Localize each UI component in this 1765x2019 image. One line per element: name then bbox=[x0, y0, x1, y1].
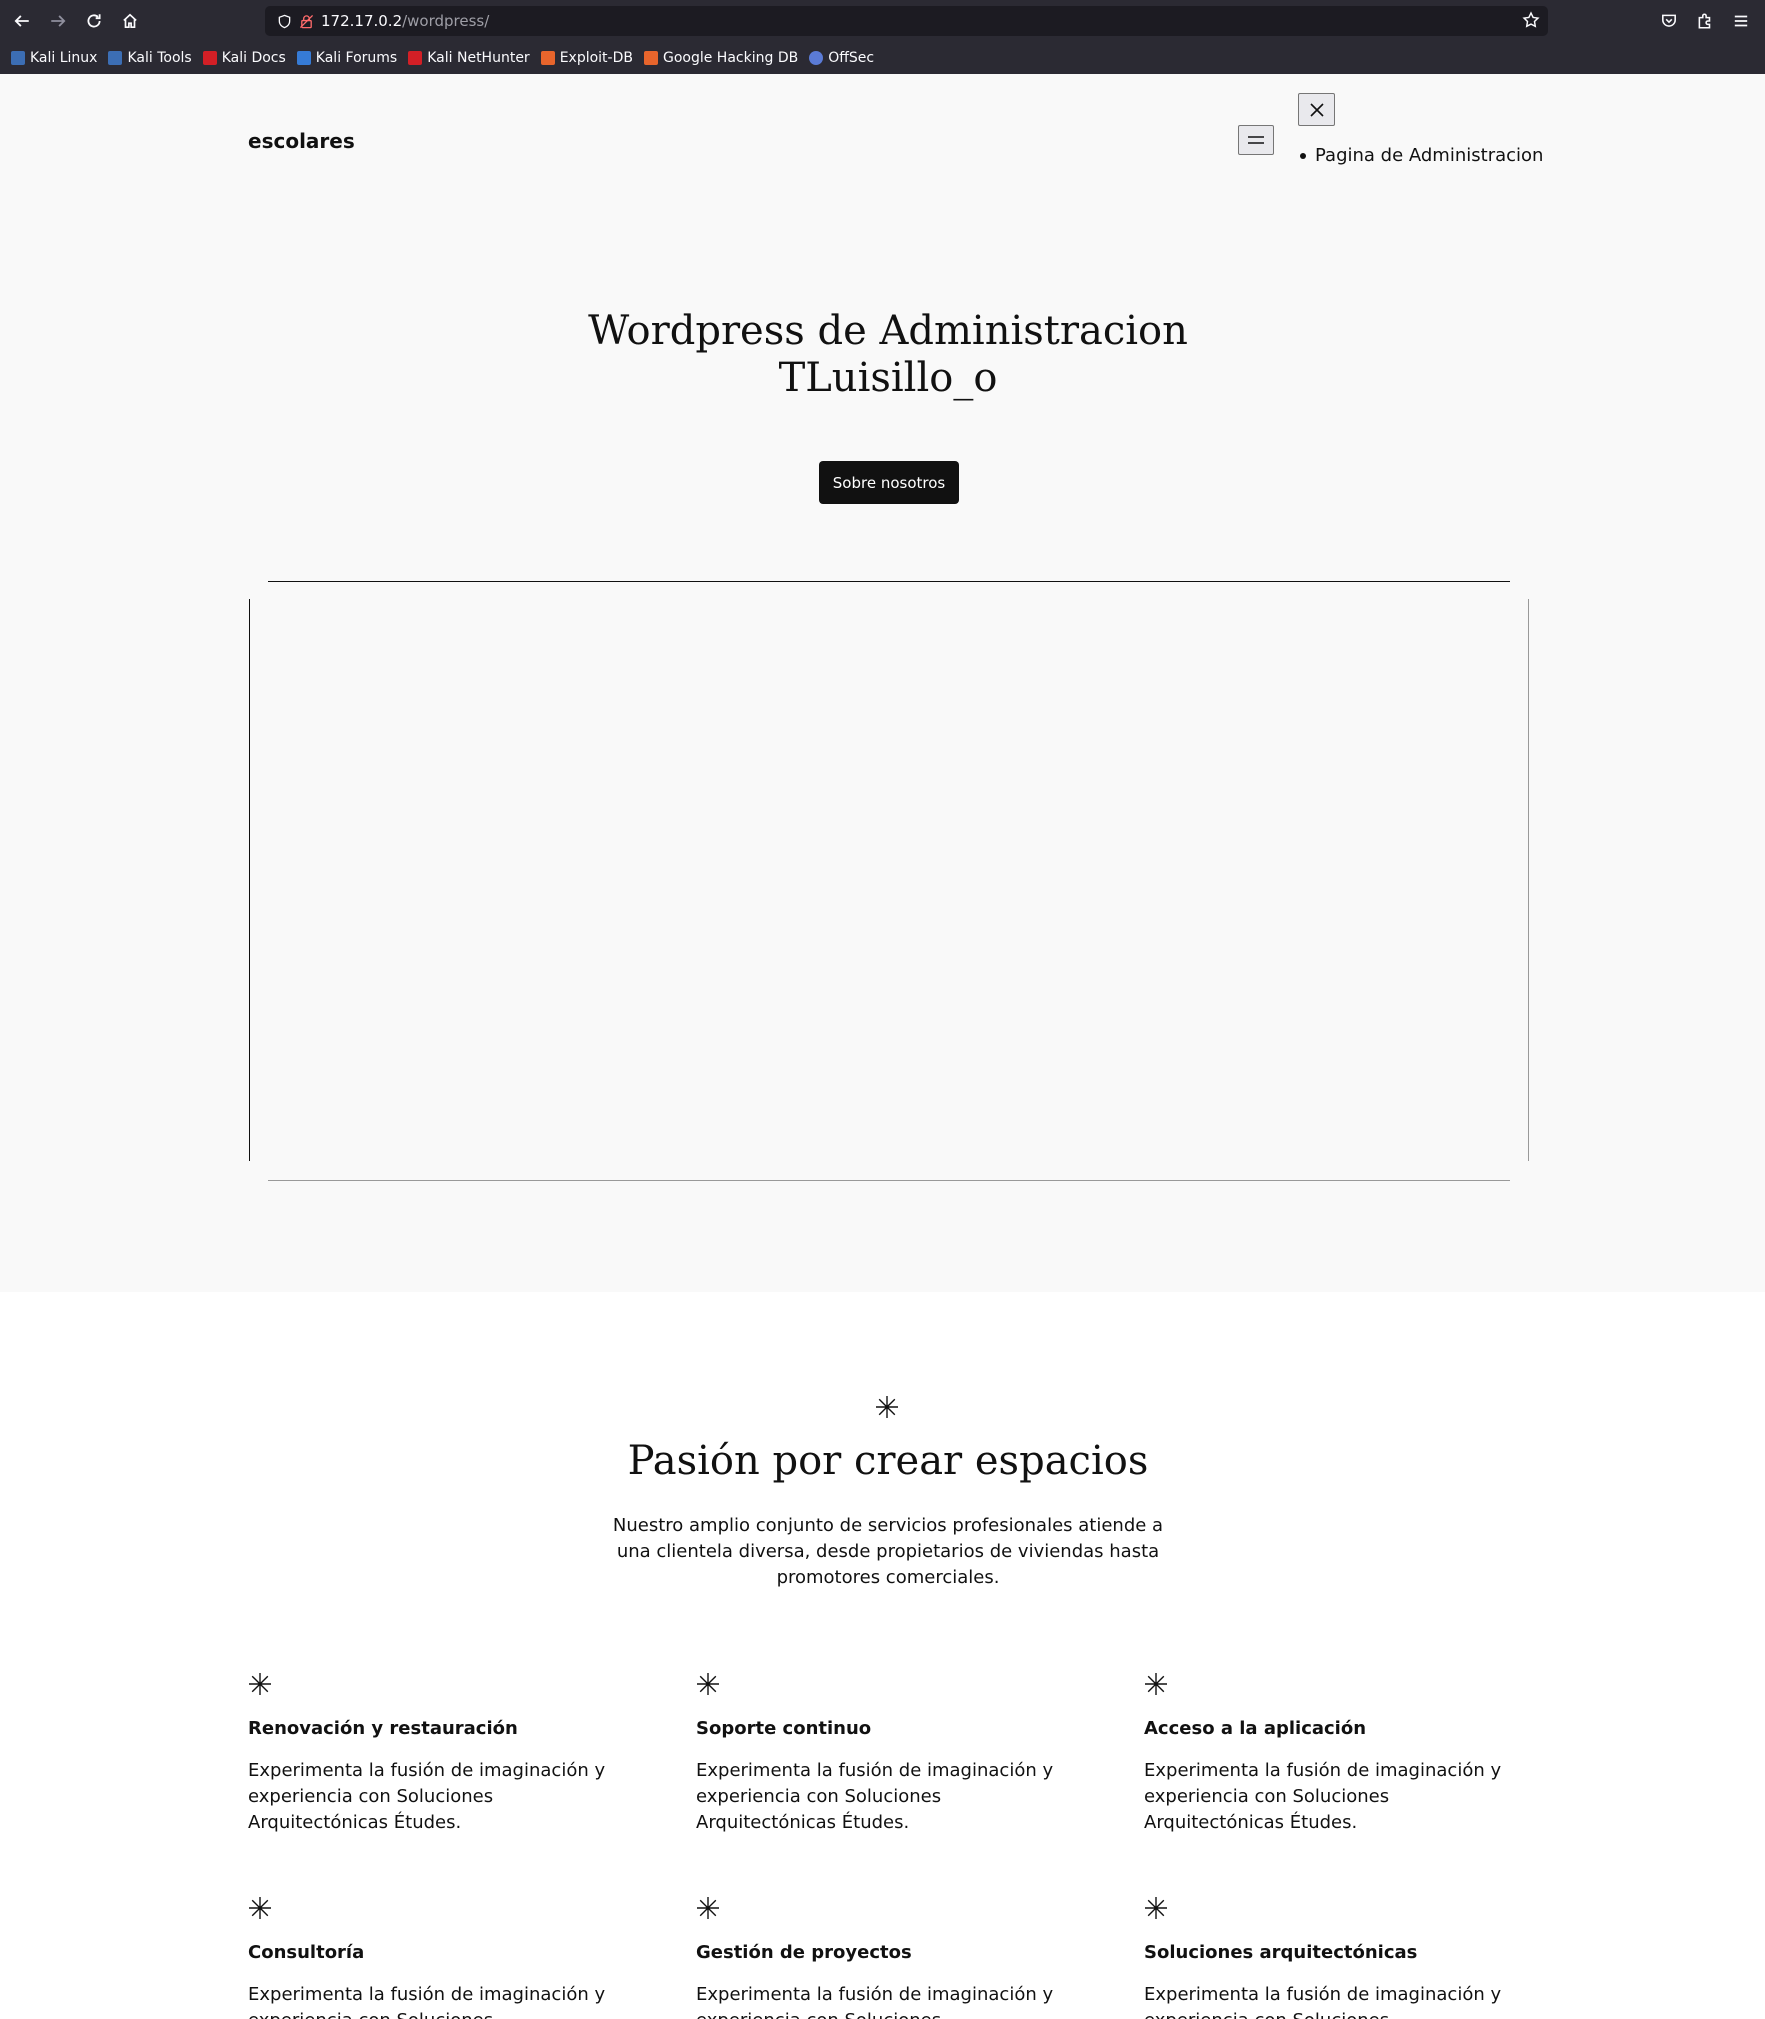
separator-bottom bbox=[268, 1180, 1510, 1181]
open-menu-button[interactable] bbox=[1238, 125, 1274, 155]
exploit-db-icon bbox=[540, 51, 555, 65]
back-icon[interactable] bbox=[10, 9, 34, 33]
hero-title-line2: TLuisillo_o bbox=[778, 355, 998, 401]
home-icon[interactable] bbox=[118, 9, 142, 33]
service-card: Gestión de proyectos Experimenta la fusi… bbox=[696, 1896, 1076, 2019]
asterisk-icon bbox=[248, 1896, 272, 1920]
services-description: Nuestro amplio conjunto de servicios pro… bbox=[612, 1515, 1164, 1588]
url-path: /wordpress/ bbox=[402, 12, 490, 30]
service-text: Experimenta la fusión de imaginación y e… bbox=[248, 1760, 606, 1833]
asterisk-icon bbox=[1144, 1896, 1168, 1920]
url-host: 172.17.0.2 bbox=[321, 12, 403, 30]
kali-dragon-icon bbox=[11, 51, 25, 65]
bookmark-offsec[interactable]: OffSec bbox=[809, 50, 874, 66]
bookmark-star-icon[interactable] bbox=[1522, 11, 1542, 31]
shield-icon[interactable] bbox=[275, 12, 293, 30]
service-text: Experimenta la fusión de imaginación y e… bbox=[1144, 1760, 1502, 1833]
service-text: Experimenta la fusión de imaginación y e… bbox=[696, 1760, 1054, 1833]
bookmark-kali-linux[interactable]: Kali Linux bbox=[11, 50, 97, 66]
hero-title: Wordpress de Administracion TLuisillo_o bbox=[388, 308, 1388, 402]
pocket-icon[interactable] bbox=[1657, 9, 1681, 33]
hamburger-icon bbox=[1248, 136, 1264, 144]
list-bullet bbox=[1300, 152, 1306, 159]
reload-icon[interactable] bbox=[82, 9, 106, 33]
close-menu-button[interactable] bbox=[1298, 93, 1335, 126]
site-title[interactable]: escolares bbox=[248, 129, 355, 153]
nav-menu: Pagina de Administracion bbox=[1300, 145, 1543, 166]
toolbar-right bbox=[1657, 9, 1765, 33]
menu-icon[interactable] bbox=[1729, 9, 1753, 33]
bookmarks-bar: Kali Linux Kali Tools Kali Docs Kali For… bbox=[0, 46, 1765, 70]
bookmark-kali-nethunter[interactable]: Kali NetHunter bbox=[408, 50, 530, 66]
asterisk-icon bbox=[1144, 1672, 1168, 1696]
ghdb-icon bbox=[643, 51, 658, 65]
service-card: Soporte continuo Experimenta la fusión d… bbox=[696, 1672, 1076, 1833]
kali-tools-icon bbox=[108, 51, 123, 65]
close-icon bbox=[1309, 102, 1324, 117]
service-card: Acceso a la aplicación Experimenta la fu… bbox=[1144, 1672, 1524, 1833]
service-title: Soluciones arquitectónicas bbox=[1144, 1942, 1418, 1963]
service-card: Soluciones arquitectónicas Experimenta l… bbox=[1144, 1896, 1524, 2019]
bookmark-kali-docs[interactable]: Kali Docs bbox=[202, 50, 286, 66]
offsec-icon bbox=[809, 51, 824, 65]
about-us-button[interactable]: Sobre nosotros bbox=[819, 461, 959, 504]
service-title: Gestión de proyectos bbox=[696, 1942, 912, 1963]
bookmark-ghdb[interactable]: Google Hacking DB bbox=[643, 50, 798, 66]
media-frame bbox=[249, 599, 1529, 1161]
browser-chrome: 172.17.0.2/wordpress/ Kali Linux Kali To… bbox=[0, 0, 1765, 74]
service-title: Soporte continuo bbox=[696, 1718, 872, 1739]
separator-top bbox=[268, 581, 1510, 582]
hero-section: escolares Pagina de Administracion Wordp… bbox=[0, 74, 1765, 1292]
service-text: Experimenta la fusión de imaginación y e… bbox=[696, 1984, 1054, 2019]
service-card: Consultoría Experimenta la fusión de ima… bbox=[248, 1896, 628, 2019]
service-text: Experimenta la fusión de imaginación y e… bbox=[1144, 1984, 1502, 2019]
service-title: Acceso a la aplicación bbox=[1144, 1718, 1367, 1739]
bookmark-kali-forums[interactable]: Kali Forums bbox=[296, 50, 397, 66]
asterisk-icon bbox=[696, 1896, 720, 1920]
service-title: Renovación y restauración bbox=[248, 1718, 518, 1739]
asterisk-icon bbox=[875, 1395, 899, 1419]
bookmark-kali-tools[interactable]: Kali Tools bbox=[108, 50, 192, 66]
service-card: Renovación y restauración Experimenta la… bbox=[248, 1672, 628, 1833]
services-title: Pasión por crear espacios bbox=[627, 1438, 1149, 1484]
nav-link-admin[interactable]: Pagina de Administracion bbox=[1315, 145, 1543, 166]
kali-forums-icon bbox=[296, 51, 311, 65]
page-content: escolares Pagina de Administracion Wordp… bbox=[0, 74, 1765, 2019]
service-title: Consultoría bbox=[248, 1942, 365, 1963]
service-text: Experimenta la fusión de imaginación y e… bbox=[248, 1984, 606, 2019]
url-bar[interactable]: 172.17.0.2/wordpress/ bbox=[265, 6, 1548, 36]
insecure-lock-icon[interactable] bbox=[297, 12, 315, 30]
forward-icon[interactable] bbox=[46, 9, 70, 33]
kali-nethunter-icon bbox=[408, 51, 423, 65]
hero-title-line1: Wordpress de Administracion bbox=[588, 308, 1188, 354]
extensions-icon[interactable] bbox=[1693, 9, 1717, 33]
browser-toolbar: 172.17.0.2/wordpress/ bbox=[0, 0, 1765, 42]
url-text[interactable]: 172.17.0.2/wordpress/ bbox=[321, 12, 489, 30]
kali-docs-icon bbox=[202, 51, 217, 65]
asterisk-icon bbox=[696, 1672, 720, 1696]
bookmark-exploit-db[interactable]: Exploit-DB bbox=[540, 50, 633, 66]
asterisk-icon bbox=[248, 1672, 272, 1696]
